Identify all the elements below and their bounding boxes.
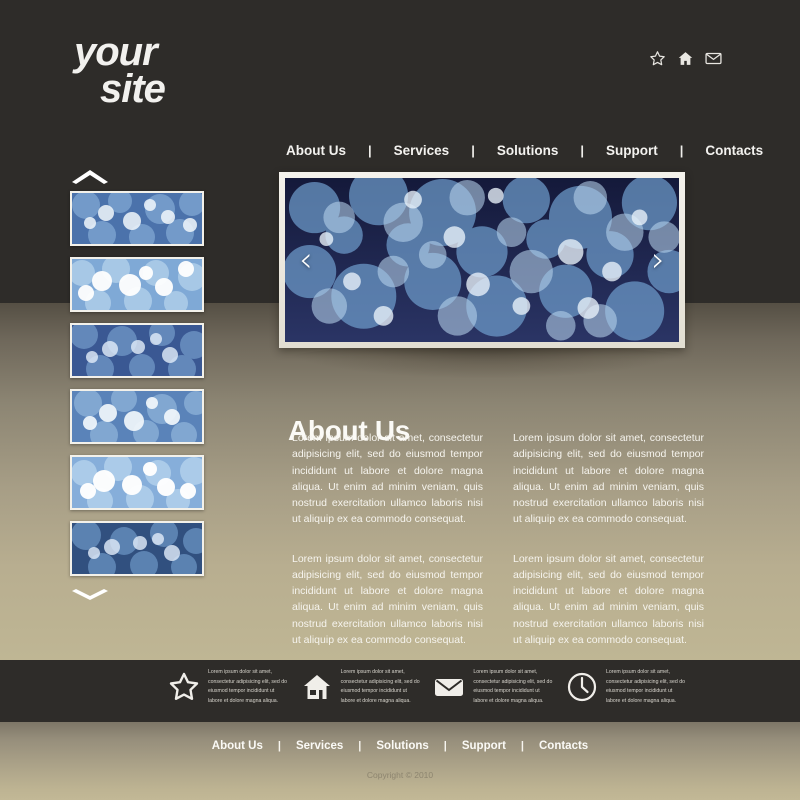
feature-text: Lorem ipsum dolor sit amet, consectetur … <box>473 669 553 704</box>
bokeh-graphic <box>72 523 202 574</box>
bokeh-graphic <box>285 178 679 342</box>
thumbnail-item-4[interactable] <box>70 389 204 444</box>
nav-item-solutions[interactable]: Solutions <box>497 143 559 158</box>
thumbnail-item-6[interactable] <box>70 521 204 576</box>
about-paragraph: Lorem ipsum dolor sit amet, consectetur … <box>513 432 704 526</box>
feature-text: Lorem ipsum dolor sit amet, consectetur … <box>208 669 288 704</box>
thumbnail-item-5[interactable] <box>70 455 204 510</box>
footer-nav-item-about-us[interactable]: About Us <box>212 740 263 752</box>
star-icon <box>168 671 200 703</box>
footer-nav-item-services[interactable]: Services <box>296 740 343 752</box>
slider-next-arrow[interactable]: › <box>651 243 665 277</box>
site-logo[interactable]: your site <box>74 30 166 111</box>
feature-item-star[interactable]: Lorem ipsum dolor sit amet, consectetur … <box>168 668 290 707</box>
thumbnail-item-3[interactable] <box>70 323 204 378</box>
mail-icon <box>433 671 465 703</box>
footer-nav-item-support[interactable]: Support <box>462 740 506 752</box>
nav-item-about-us[interactable]: About Us <box>286 143 346 158</box>
about-paragraph: Lorem ipsum dolor sit amet, consectetur … <box>513 552 704 646</box>
about-paragraph: Lorem ipsum dolor sit amet, consectetur … <box>292 552 483 646</box>
feature-text: Lorem ipsum dolor sit amet, consectetur … <box>605 669 685 704</box>
feature-text: Lorem ipsum dolor sit amet, consectetur … <box>340 669 420 704</box>
clock-icon <box>566 671 598 703</box>
website-template-page: your site About Us | Services | Solution… <box>0 0 800 800</box>
slider-prev-arrow[interactable]: ‹ <box>299 243 313 277</box>
footer-nav-separator: | <box>277 740 281 752</box>
thumbnail-item-1[interactable] <box>70 191 204 246</box>
feature-strip: Lorem ipsum dolor sit amet, consectetur … <box>168 668 688 707</box>
thumbnail-item-2[interactable] <box>70 257 204 312</box>
logo-line-1: your <box>74 30 158 74</box>
feature-item-home[interactable]: Lorem ipsum dolor sit amet, consectetur … <box>301 668 423 707</box>
nav-item-services[interactable]: Services <box>394 143 450 158</box>
header-icon-group <box>649 50 722 67</box>
nav-item-support[interactable]: Support <box>606 143 658 158</box>
footer-nav-separator: | <box>443 740 447 752</box>
footer-navigation: About Us | Services | Solutions | Suppor… <box>0 740 800 752</box>
footer-nav-separator: | <box>358 740 362 752</box>
thumbnail-rail <box>70 168 206 603</box>
bokeh-graphic <box>72 457 202 508</box>
nav-separator: | <box>368 143 372 158</box>
nav-item-contacts[interactable]: Contacts <box>705 143 763 158</box>
footer-nav-item-solutions[interactable]: Solutions <box>376 740 428 752</box>
footer-nav-item-contacts[interactable]: Contacts <box>539 740 588 752</box>
hero-slide-image: ‹ › <box>285 178 679 342</box>
chevron-up-icon[interactable] <box>70 168 206 184</box>
about-text-columns: Lorem ipsum dolor sit amet, consectetur … <box>292 430 704 671</box>
nav-separator: | <box>471 143 475 158</box>
feature-item-mail[interactable]: Lorem ipsum dolor sit amet, consectetur … <box>433 668 555 707</box>
nav-separator: | <box>679 143 684 158</box>
main-navigation: About Us | Services | Solutions | Suppor… <box>286 143 763 158</box>
logo-line-2: site <box>100 66 166 111</box>
star-icon[interactable] <box>649 50 666 67</box>
bokeh-graphic <box>72 193 202 244</box>
bokeh-graphic <box>72 259 202 310</box>
feature-item-clock[interactable]: Lorem ipsum dolor sit amet, consectetur … <box>566 668 688 707</box>
hero-slider: ‹ › <box>279 172 685 348</box>
slider-drop-shadow <box>280 344 692 378</box>
chevron-down-icon[interactable] <box>70 587 206 603</box>
footer-background <box>0 722 800 800</box>
footer-nav-separator: | <box>520 740 524 752</box>
bokeh-graphic <box>72 325 202 376</box>
bokeh-graphic <box>72 391 202 442</box>
mail-icon[interactable] <box>705 50 722 67</box>
home-icon <box>301 671 333 703</box>
nav-separator: | <box>580 143 584 158</box>
copyright-text: Copyright © 2010 <box>366 770 434 780</box>
home-icon[interactable] <box>677 50 694 67</box>
about-paragraph: Lorem ipsum dolor sit amet, consectetur … <box>292 432 483 526</box>
